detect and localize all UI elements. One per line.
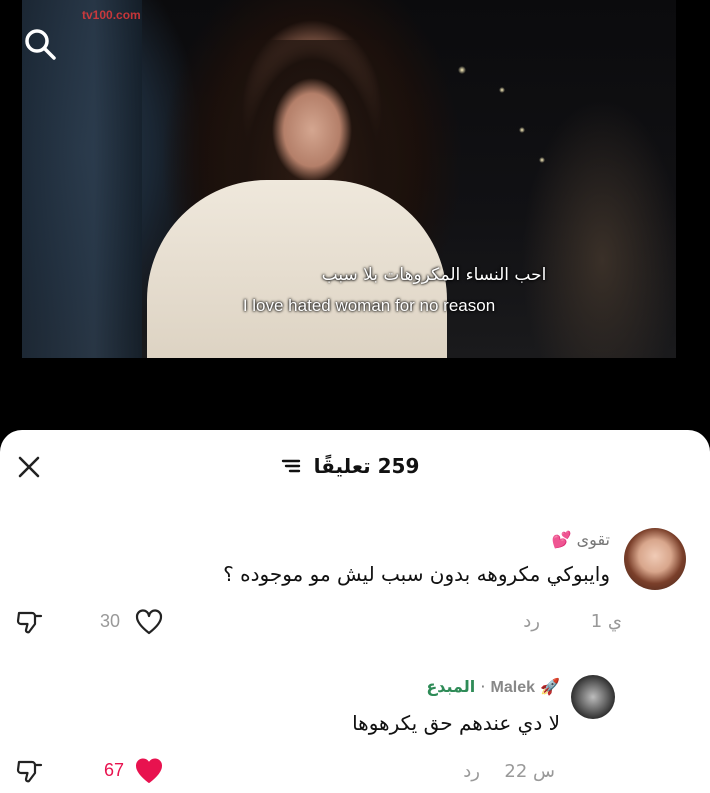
author-name: تقوى bbox=[576, 530, 610, 549]
comment-item: 🚀 Malek · المبدع لا دي عندهم حق يكرهوها … bbox=[0, 675, 710, 793]
dislike-icon[interactable] bbox=[14, 606, 46, 638]
comment-author[interactable]: 🚀 Malek · المبدع bbox=[426, 677, 560, 697]
reply-button[interactable]: رد bbox=[523, 611, 540, 632]
author-emoji: 💕 bbox=[551, 530, 572, 549]
reply-button[interactable]: رد bbox=[463, 761, 480, 782]
subtitle-english: I love hated woman for no reason bbox=[242, 296, 496, 315]
video-frame[interactable]: tv100.com احب النساء المكروهات بلا سبب I… bbox=[22, 0, 676, 358]
dislike-icon[interactable] bbox=[14, 755, 46, 787]
comments-count: 259 bbox=[377, 454, 420, 478]
author-name: Malek bbox=[490, 679, 535, 696]
sort-filter-icon[interactable] bbox=[281, 456, 301, 480]
like-control[interactable]: 67 bbox=[104, 755, 174, 787]
comments-count-title: 259 تعليقًا bbox=[0, 454, 700, 480]
heart-filled-icon[interactable] bbox=[134, 756, 164, 786]
author-tag: المبدع bbox=[426, 677, 476, 696]
video-watermark: tv100.com bbox=[82, 8, 141, 22]
like-count: 30 bbox=[100, 611, 121, 631]
subtitle-arabic: احب النساء المكروهات بلا سبب bbox=[321, 265, 547, 285]
comment-text: وايبوكي مكروهه بدون سبب ليش مو موجوده ؟ bbox=[223, 562, 610, 586]
comments-header: 259 تعليقًا bbox=[0, 430, 710, 508]
search-icon[interactable] bbox=[22, 26, 58, 62]
author-emoji: 🚀 bbox=[540, 677, 560, 696]
like-count: 67 bbox=[104, 760, 125, 780]
heart-outline-icon[interactable] bbox=[134, 607, 164, 637]
author-separator: · bbox=[480, 677, 486, 696]
video-player[interactable]: tv100.com احب النساء المكروهات بلا سبب I… bbox=[0, 0, 710, 445]
comments-title-word: تعليقًا bbox=[313, 454, 371, 478]
comment-author[interactable]: تقوى 💕 bbox=[552, 530, 610, 549]
comment-time: 22 س bbox=[504, 761, 555, 782]
video-background-lights bbox=[442, 30, 642, 230]
comments-sheet: 259 تعليقًا تقوى 💕 وايبوكي مكروهه بدون س… bbox=[0, 430, 710, 793]
like-control[interactable]: 30 bbox=[100, 606, 170, 638]
avatar[interactable] bbox=[571, 675, 615, 719]
comment-time: 1 ي bbox=[590, 611, 622, 632]
comment-item: تقوى 💕 وايبوكي مكروهه بدون سبب ليش مو مو… bbox=[0, 528, 710, 668]
comment-text: لا دي عندهم حق يكرهوها bbox=[352, 711, 560, 735]
avatar[interactable] bbox=[624, 528, 686, 590]
